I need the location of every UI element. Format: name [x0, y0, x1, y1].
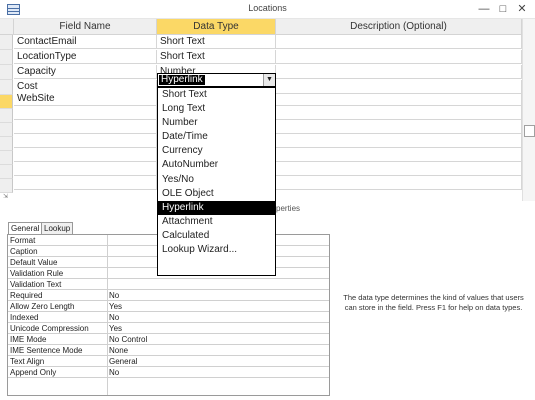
- empty-cell[interactable]: [276, 106, 522, 120]
- property-value[interactable]: General: [109, 357, 137, 367]
- vertical-scrollbar[interactable]: [522, 19, 535, 201]
- current-row-selector[interactable]: [0, 95, 13, 109]
- chevron-down-icon[interactable]: ▼: [263, 74, 275, 86]
- property-name: Text Align: [10, 357, 45, 366]
- property-row[interactable]: Validation Text: [8, 280, 329, 291]
- dropdown-option[interactable]: Yes/No: [158, 173, 275, 187]
- row-selector: [0, 109, 13, 123]
- property-name: Required: [10, 291, 43, 300]
- property-value[interactable]: Yes: [109, 302, 122, 312]
- property-name: IME Sentence Mode: [10, 346, 83, 355]
- property-name: Validation Text: [10, 280, 62, 289]
- resize-corner-icon: ⇲: [3, 194, 9, 200]
- dropdown-option[interactable]: AutoNumber: [158, 158, 275, 172]
- data-type-cell[interactable]: Short Text: [157, 50, 276, 64]
- property-row[interactable]: Allow Zero Length Yes: [8, 302, 329, 313]
- dropdown-option[interactable]: Long Text: [158, 102, 275, 116]
- dropdown-option-selected[interactable]: Hyperlink: [158, 200, 275, 215]
- scrollbar-thumb[interactable]: [524, 125, 535, 137]
- property-value[interactable]: No: [109, 368, 119, 378]
- title-bar: Locations — □ ✕: [0, 0, 535, 19]
- data-type-combo[interactable]: Hyperlink ▼: [157, 73, 276, 87]
- dropdown-option[interactable]: Currency: [158, 144, 275, 158]
- property-name: Unicode Compression: [10, 324, 89, 333]
- row-selector: [0, 179, 13, 193]
- row-selector: [0, 165, 13, 179]
- field-name-cell[interactable]: ContactEmail: [14, 35, 157, 49]
- dropdown-option[interactable]: Date/Time: [158, 130, 275, 144]
- empty-cell[interactable]: [14, 134, 157, 148]
- property-name: Format: [10, 236, 36, 245]
- property-name: Indexed: [10, 313, 39, 322]
- property-value[interactable]: No Control: [109, 335, 147, 345]
- description-header[interactable]: Description (Optional): [276, 19, 522, 35]
- empty-cell[interactable]: [14, 120, 157, 134]
- data-type-dropdown[interactable]: Short Text Long Text Number Date/Time Cu…: [157, 87, 276, 276]
- maximize-button[interactable]: □: [495, 2, 511, 16]
- dropdown-option[interactable]: OLE Object: [158, 187, 275, 201]
- empty-cell[interactable]: [276, 148, 522, 162]
- dropdown-option[interactable]: Calculated: [158, 229, 275, 243]
- description-cell[interactable]: [276, 50, 522, 64]
- property-name: Allow Zero Length: [10, 302, 75, 311]
- property-name: IME Mode: [10, 335, 47, 344]
- row-selector[interactable]: [0, 80, 13, 95]
- field-name-header[interactable]: Field Name: [14, 19, 157, 35]
- dropdown-option[interactable]: Number: [158, 116, 275, 130]
- property-row[interactable]: Append Only No: [8, 368, 329, 379]
- field-name-cell[interactable]: Capacity: [14, 65, 157, 79]
- row-selector: [0, 123, 13, 137]
- dropdown-option[interactable]: Lookup Wizard...: [158, 243, 275, 257]
- property-row[interactable]: IME Sentence Mode None: [8, 346, 329, 357]
- dropdown-option[interactable]: Short Text: [158, 88, 275, 102]
- dropdown-option[interactable]: Attachment: [158, 215, 275, 229]
- combo-value: Hyperlink: [159, 74, 205, 85]
- empty-cell[interactable]: [276, 176, 522, 190]
- data-type-cell[interactable]: Short Text: [157, 35, 276, 49]
- window-title: Locations: [248, 3, 287, 13]
- grid-corner: [0, 19, 14, 35]
- description-cell[interactable]: [276, 92, 522, 106]
- description-cell[interactable]: [276, 35, 522, 49]
- property-value[interactable]: No: [109, 291, 119, 301]
- property-name: Caption: [10, 247, 38, 256]
- property-name: Validation Rule: [10, 269, 64, 278]
- property-name: Append Only: [10, 368, 57, 377]
- property-value[interactable]: None: [109, 346, 128, 356]
- property-value[interactable]: Yes: [109, 324, 122, 334]
- row-selector[interactable]: [0, 50, 13, 65]
- property-name: Default Value: [10, 258, 58, 267]
- minimize-button[interactable]: —: [476, 2, 492, 16]
- field-name-cell[interactable]: WebSite: [14, 92, 157, 106]
- empty-cell[interactable]: [14, 176, 157, 190]
- property-row[interactable]: IME Mode No Control: [8, 335, 329, 346]
- property-row[interactable]: Unicode Compression Yes: [8, 324, 329, 335]
- empty-cell[interactable]: [276, 162, 522, 176]
- property-value[interactable]: No: [109, 313, 119, 323]
- empty-cell[interactable]: [276, 120, 522, 134]
- data-type-header[interactable]: Data Type: [157, 19, 276, 35]
- empty-cell[interactable]: [14, 148, 157, 162]
- empty-cell[interactable]: [14, 162, 157, 176]
- help-text: The data type determines the kind of val…: [343, 293, 524, 312]
- empty-cell[interactable]: [276, 134, 522, 148]
- description-cell[interactable]: [276, 65, 522, 79]
- field-name-cell[interactable]: LocationType: [14, 50, 157, 64]
- property-row[interactable]: Indexed No: [8, 313, 329, 324]
- close-button[interactable]: ✕: [514, 2, 530, 16]
- empty-cell[interactable]: [14, 106, 157, 120]
- property-row[interactable]: Required No: [8, 291, 329, 302]
- row-selector[interactable]: [0, 35, 13, 50]
- property-row[interactable]: Text Align General: [8, 357, 329, 368]
- row-selector: [0, 151, 13, 165]
- row-selector[interactable]: [0, 65, 13, 80]
- row-selector: [0, 137, 13, 151]
- field-properties-label: perties: [276, 204, 301, 213]
